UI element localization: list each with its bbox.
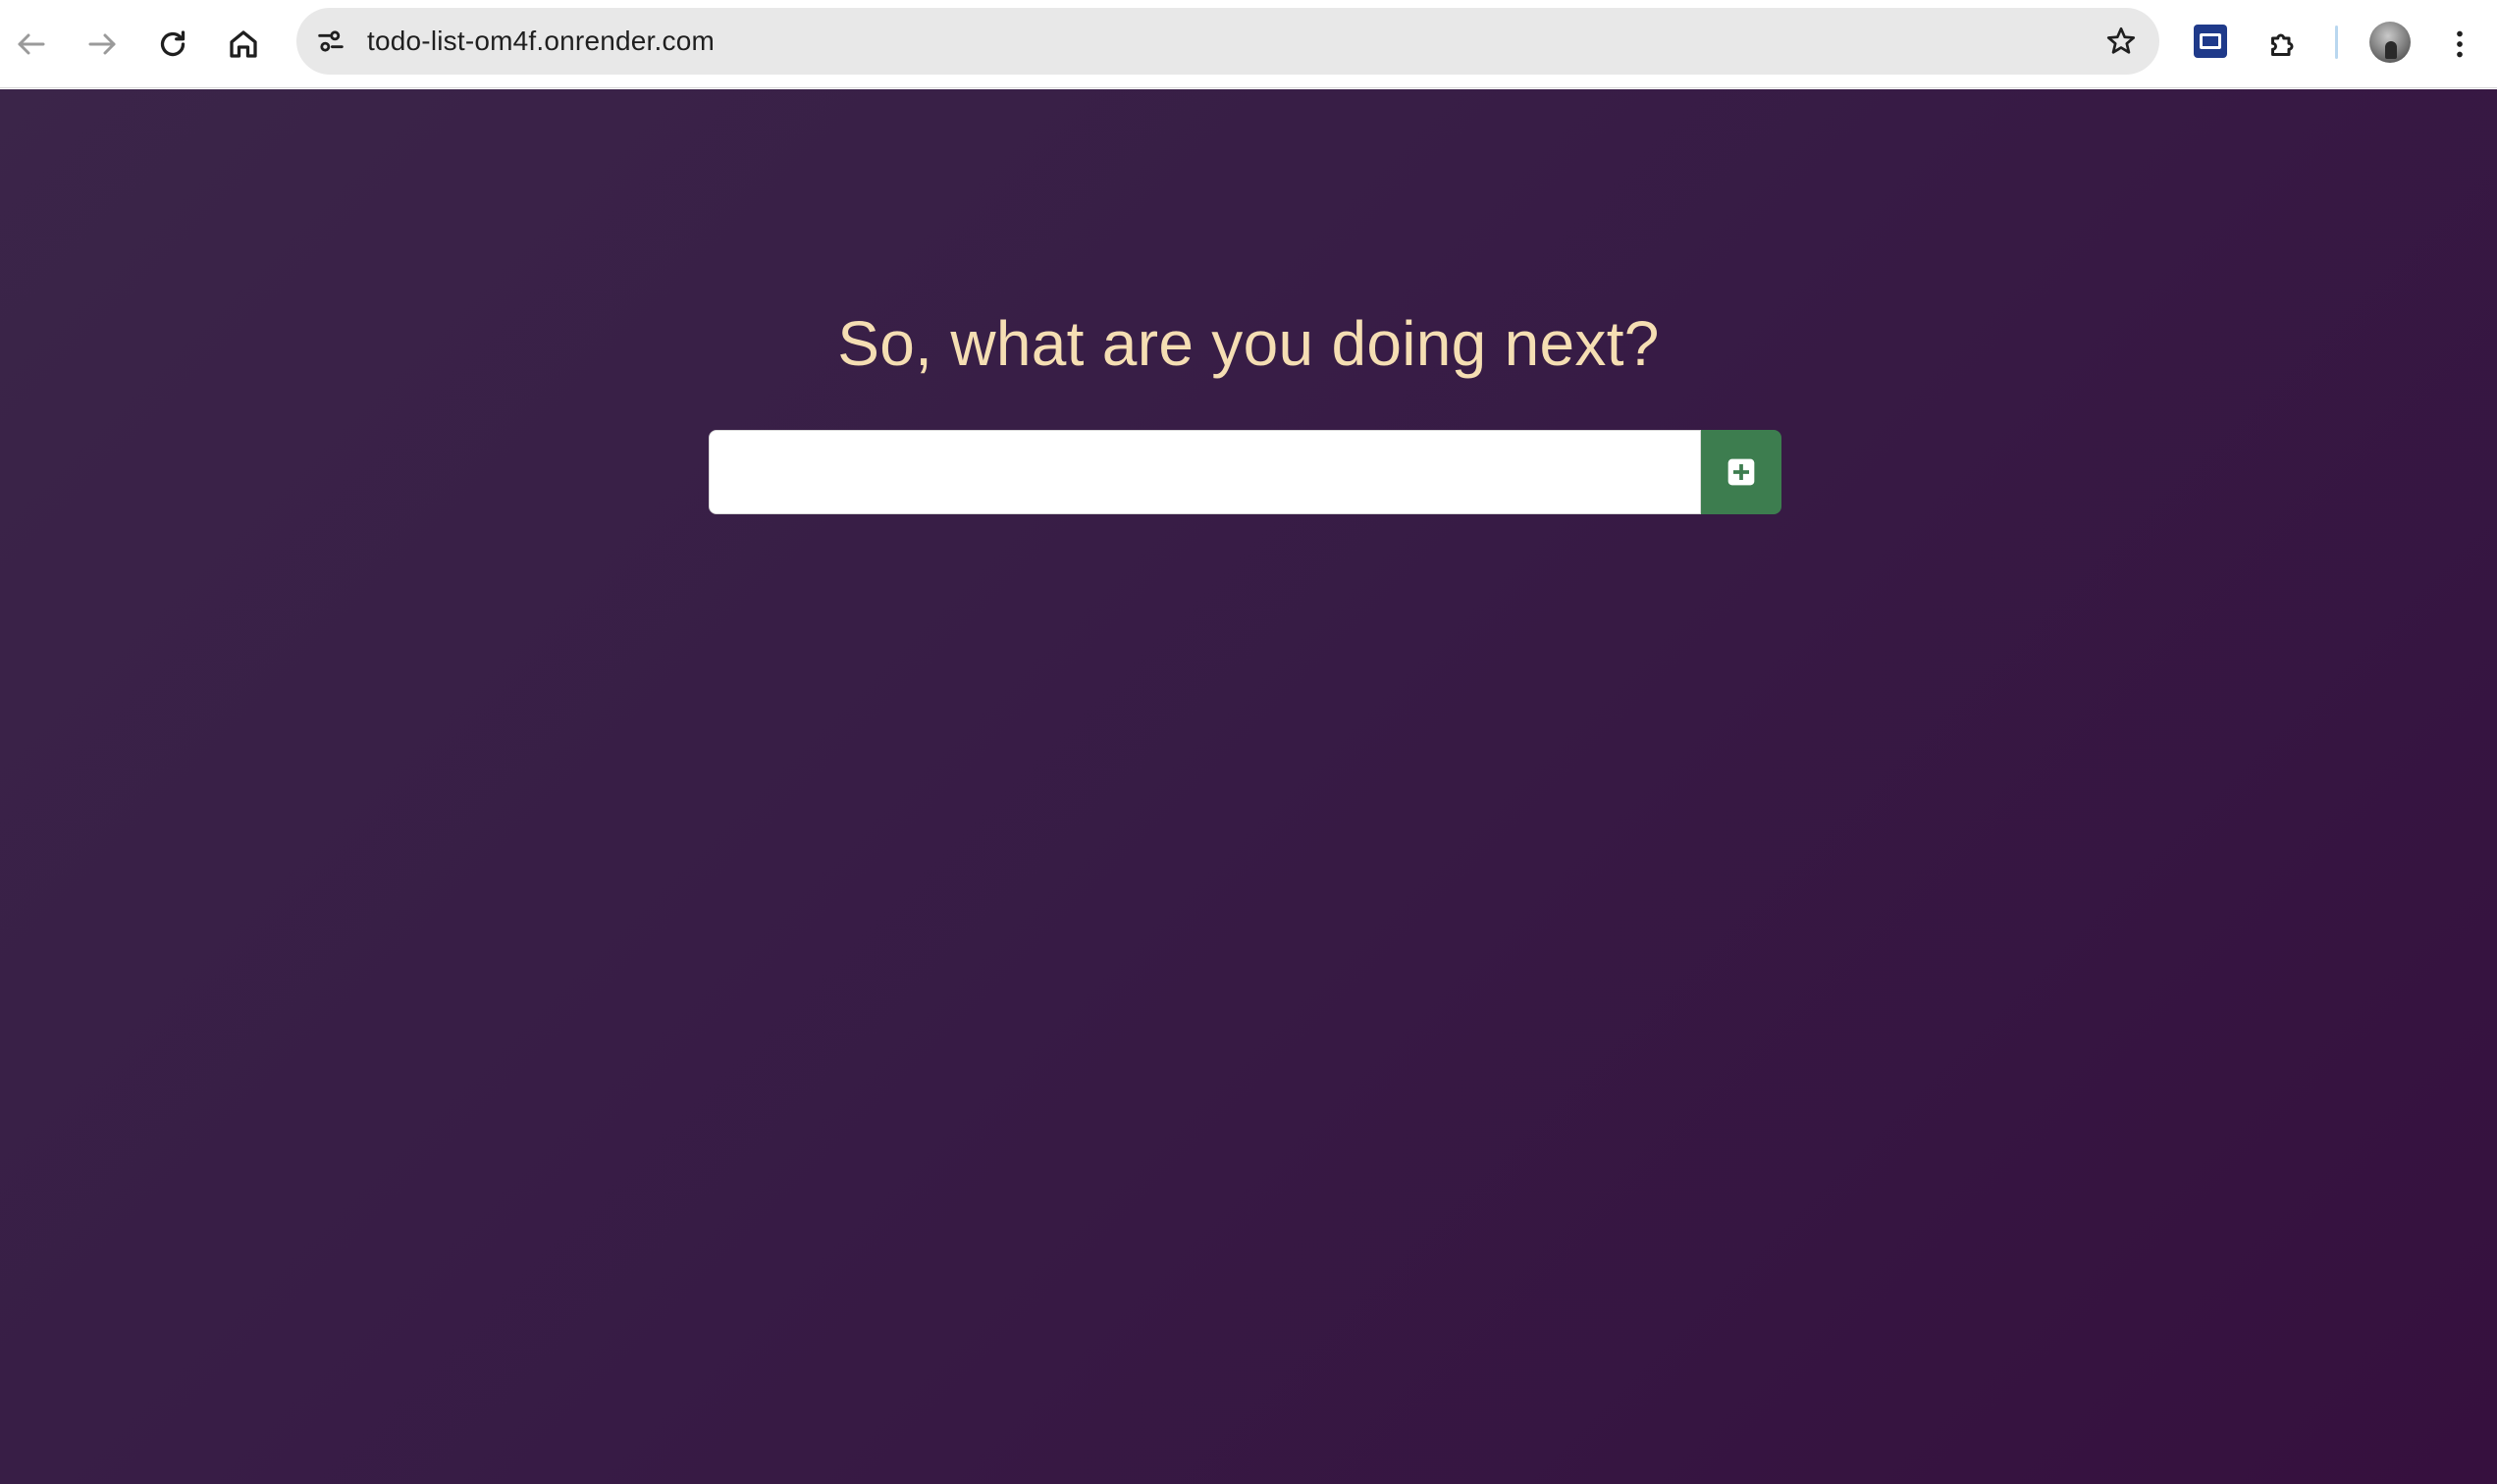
reload-icon [160, 30, 186, 57]
back-button[interactable] [4, 17, 59, 72]
forward-button[interactable] [75, 17, 130, 72]
add-todo-form [709, 430, 1781, 514]
home-button[interactable] [216, 17, 271, 72]
arrow-right-icon [88, 33, 116, 55]
browser-toolbar: todo-list-om4f.onrender.com [0, 0, 2497, 88]
add-todo-button[interactable] [1701, 430, 1781, 514]
star-icon [2106, 26, 2136, 54]
page-title: So, what are you doing next? [837, 308, 1660, 379]
reload-button[interactable] [145, 17, 200, 72]
todo-page: So, what are you doing next? [0, 89, 2497, 1484]
bookmark-button[interactable] [2097, 17, 2146, 66]
app-window-icon [2194, 25, 2227, 58]
browser-menu-button[interactable] [2432, 17, 2487, 72]
extension-app-button[interactable] [2191, 22, 2230, 61]
tune-icon [318, 30, 344, 52]
kebab-menu-icon [2457, 30, 2463, 58]
home-icon [230, 30, 257, 58]
extensions-button[interactable] [2256, 17, 2311, 72]
url-text[interactable]: todo-list-om4f.onrender.com [367, 8, 715, 75]
puzzle-icon [2271, 33, 2294, 56]
toolbar-divider [2335, 26, 2338, 59]
plus-square-icon [1727, 458, 1755, 486]
site-info-button[interactable] [306, 17, 355, 66]
address-bar[interactable]: todo-list-om4f.onrender.com [296, 8, 2159, 75]
avatar[interactable] [2369, 22, 2411, 63]
arrow-left-icon [18, 33, 45, 55]
todo-input[interactable] [709, 430, 1702, 514]
